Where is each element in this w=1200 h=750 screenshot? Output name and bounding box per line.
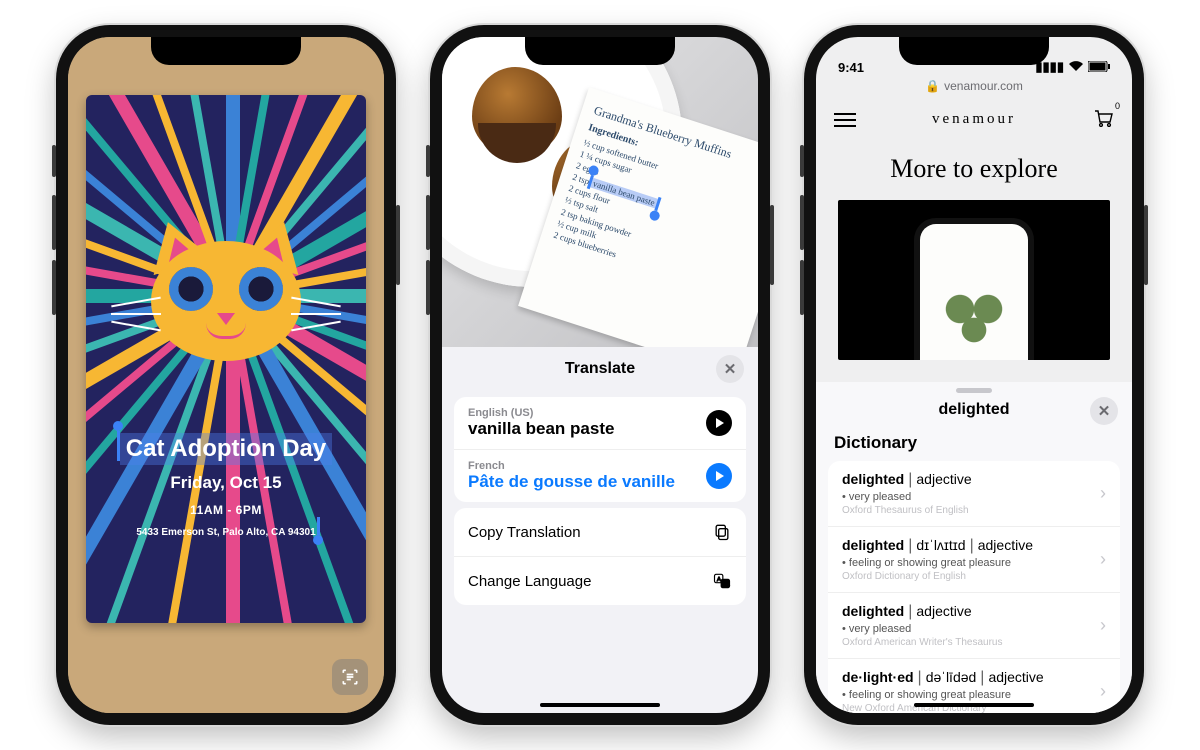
lock-icon: 🔒 xyxy=(925,79,940,93)
menu-button[interactable] xyxy=(834,113,856,127)
translate-sheet: Translate ✕ English (US) vanilla bean pa… xyxy=(442,347,758,713)
phone-safari-lookup: 9:41 ▮▮▮▮ 🔒 venamour.com venamour xyxy=(804,25,1144,725)
wifi-icon xyxy=(1068,60,1084,75)
poster-subtitle: Friday, Oct 15 xyxy=(94,473,358,493)
photo-area: Grandma's Blueberry Muffins Ingredients:… xyxy=(442,37,758,347)
poster: Cat Adoption Day Friday, Oct 15 11AM - 6… xyxy=(86,95,366,623)
battery-icon xyxy=(1088,60,1110,75)
play-target-button[interactable] xyxy=(706,463,732,489)
dictionary-section-title: Dictionary xyxy=(816,425,1132,455)
close-button[interactable]: ✕ xyxy=(716,355,744,383)
dictionary-entry[interactable]: delighted|adjective• very pleasedOxford … xyxy=(828,461,1120,527)
lookup-word: delighted xyxy=(938,401,1009,418)
brand-logo: venamour xyxy=(932,111,1016,128)
dictionary-entry[interactable]: delighted|dɪˈlʌɪtɪd|adjective• feeling o… xyxy=(828,527,1120,593)
copy-translation-row[interactable]: Copy Translation xyxy=(454,508,746,556)
page-headline: More to explore xyxy=(816,154,1132,184)
status-time: 9:41 xyxy=(838,60,864,75)
translate-icon: A 文 xyxy=(712,571,732,591)
phone-camera-livetext: Cat Adoption Day Friday, Oct 15 11AM - 6… xyxy=(56,25,396,725)
product-image xyxy=(838,200,1110,360)
cart-badge: 0 xyxy=(1115,101,1120,111)
url-bar[interactable]: 🔒 venamour.com xyxy=(816,77,1132,99)
svg-text:文: 文 xyxy=(724,580,730,588)
sheet-grabber[interactable] xyxy=(956,388,992,393)
chevron-right-icon: › xyxy=(1100,681,1106,702)
target-lang-label: French xyxy=(468,460,675,472)
copy-icon xyxy=(712,522,732,542)
live-text-button[interactable] xyxy=(332,659,368,695)
chevron-right-icon: › xyxy=(1100,549,1106,570)
change-language-row[interactable]: Change Language A 文 xyxy=(454,556,746,605)
poster-address: 5433 Emerson St, Palo Alto, CA 94301 xyxy=(136,527,315,538)
target-text: Pâte de gousse de vanille xyxy=(468,472,675,492)
svg-text:A: A xyxy=(717,577,721,583)
chevron-right-icon: › xyxy=(1100,615,1106,636)
cat-illustration xyxy=(141,221,311,371)
close-button[interactable]: ✕ xyxy=(1090,397,1118,425)
target-row: French Pâte de gousse de vanille xyxy=(454,449,746,502)
dictionary-entry[interactable]: delighted|adjective• very pleasedOxford … xyxy=(828,593,1120,659)
lookup-sheet: delighted ✕ Dictionary delighted|adjecti… xyxy=(816,382,1132,713)
source-lang-label: English (US) xyxy=(468,407,614,419)
phone-translate: Grandma's Blueberry Muffins Ingredients:… xyxy=(430,25,770,725)
poster-title-selected[interactable]: Cat Adoption Day xyxy=(120,433,332,465)
source-text: vanilla bean paste xyxy=(468,419,614,439)
poster-time: 11AM - 6PM xyxy=(94,503,358,517)
camera-viewfinder: Cat Adoption Day Friday, Oct 15 11AM - 6… xyxy=(68,37,384,713)
source-row: English (US) vanilla bean paste xyxy=(454,397,746,449)
chevron-right-icon: › xyxy=(1100,483,1106,504)
cart-button[interactable]: 0 xyxy=(1092,107,1114,132)
play-source-button[interactable] xyxy=(706,410,732,436)
sheet-title: Translate xyxy=(565,360,635,378)
